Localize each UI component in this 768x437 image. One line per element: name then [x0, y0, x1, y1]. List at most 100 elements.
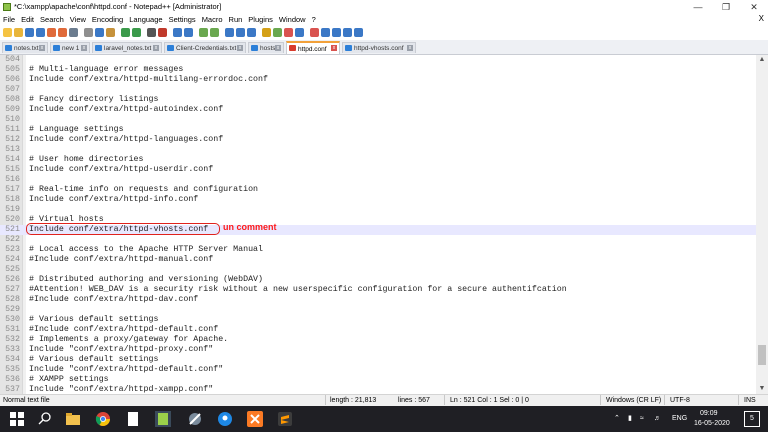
code-line[interactable]: 519 — [0, 205, 756, 215]
tab-close-icon[interactable]: x — [153, 45, 159, 51]
line-text[interactable]: # Implements a proxy/gateway for Apache. — [29, 335, 228, 345]
paste-icon[interactable] — [106, 28, 115, 37]
code-line[interactable]: 536 # XAMPP settings — [0, 375, 756, 385]
line-text[interactable]: #Include conf/extra/httpd-default.conf — [29, 325, 218, 335]
xampp-icon[interactable] — [246, 410, 264, 428]
new-file-icon[interactable] — [3, 28, 12, 37]
line-text[interactable]: #Include conf/extra/httpd-dav.conf — [29, 295, 198, 305]
menu-plugins[interactable]: Plugins — [245, 14, 276, 24]
document-map-icon[interactable] — [273, 28, 282, 37]
tab-new-1[interactable]: new 1x — [50, 42, 90, 53]
code-line[interactable]: 516 — [0, 175, 756, 185]
line-text[interactable]: Include conf/extra/httpd-info.conf — [29, 195, 198, 205]
line-text[interactable]: # Language settings — [29, 125, 124, 135]
replace-icon[interactable] — [158, 28, 167, 37]
line-text[interactable]: Include conf/extra/httpd-autoindex.conf — [29, 105, 223, 115]
code-line[interactable]: 508 # Fancy directory listings — [0, 95, 756, 105]
tab-httpd-conf[interactable]: httpd.conf x — [286, 41, 340, 54]
menu-file[interactable]: File — [0, 14, 18, 24]
cut-icon[interactable] — [84, 28, 93, 37]
close-all-icon[interactable] — [58, 28, 67, 37]
tab-laravel-notes[interactable]: laravel_notes.txt x — [92, 42, 162, 53]
tool-app-icon[interactable] — [186, 410, 204, 428]
save-macro-icon[interactable] — [354, 28, 363, 37]
code-line[interactable]: 531 #Include conf/extra/httpd-default.con… — [0, 325, 756, 335]
undo-icon[interactable] — [121, 28, 130, 37]
sync-vertical-icon[interactable] — [199, 28, 208, 37]
menu-window[interactable]: Window — [276, 14, 309, 24]
tab-notes[interactable]: notes.txt x — [2, 42, 48, 53]
menu-encoding[interactable]: Encoding — [89, 14, 126, 24]
minimize-button[interactable]: — — [684, 0, 712, 14]
folder-workspace-icon[interactable] — [295, 28, 304, 37]
windows-start-icon[interactable] — [8, 410, 26, 428]
code-line[interactable]: 517 # Real-time info on requests and conf… — [0, 185, 756, 195]
code-line[interactable]: 528 #Include conf/extra/httpd-dav.conf — [0, 295, 756, 305]
search-icon[interactable] — [36, 410, 54, 428]
line-text[interactable]: # Multi-language error messages — [29, 65, 183, 75]
scroll-up-icon[interactable]: ▲ — [756, 55, 768, 65]
notepadpp-taskbar-icon[interactable] — [154, 410, 172, 428]
code-line[interactable]: 526 # Distributed authoring and versionin… — [0, 275, 756, 285]
menu-view[interactable]: View — [67, 14, 89, 24]
code-line[interactable]: 534 # Various default settings — [0, 355, 756, 365]
line-text[interactable]: Include "conf/extra/httpd-xampp.conf" — [29, 385, 213, 394]
code-line[interactable]: 523 # Local access to the Apache HTTP Ser… — [0, 245, 756, 255]
function-list-icon[interactable] — [284, 28, 293, 37]
line-text[interactable]: # XAMPP settings — [29, 375, 109, 385]
line-text[interactable]: # Distributed authoring and versioning (… — [29, 275, 263, 285]
close-document-button[interactable]: X — [759, 14, 764, 23]
document-icon[interactable] — [124, 410, 142, 428]
user-language-icon[interactable] — [262, 28, 271, 37]
find-icon[interactable] — [147, 28, 156, 37]
line-text[interactable]: # Local access to the Apache HTTP Server… — [29, 245, 263, 255]
tab-close-icon[interactable]: x — [275, 45, 281, 51]
line-text[interactable]: #Attention! WEB_DAV is a security risk w… — [29, 285, 567, 295]
line-text[interactable]: Include "conf/extra/httpd-default.conf" — [29, 365, 223, 375]
file-explorer-icon[interactable] — [64, 410, 82, 428]
clock-date[interactable]: 16-05-2020 — [694, 411, 730, 437]
line-text[interactable]: Include conf/extra/httpd-multilang-error… — [29, 75, 268, 85]
code-line[interactable]: 532 # Implements a proxy/gateway for Apac… — [0, 335, 756, 345]
zoom-in-icon[interactable] — [173, 28, 182, 37]
play-macro-icon[interactable] — [332, 28, 341, 37]
tab-client-credentials[interactable]: Client-Credentials.txt x — [164, 42, 246, 53]
tab-close-icon[interactable]: x — [81, 45, 87, 51]
tab-hosts[interactable]: hosts x — [248, 42, 284, 53]
save-all-icon[interactable] — [36, 28, 45, 37]
code-line[interactable]: 512 Include conf/extra/httpd-languages.co… — [0, 135, 756, 145]
code-line[interactable]: 507 — [0, 85, 756, 95]
code-line[interactable]: 510 — [0, 115, 756, 125]
code-line[interactable]: 504 — [0, 55, 756, 65]
line-text[interactable]: Include "conf/extra/httpd-proxy.conf" — [29, 345, 213, 355]
code-line[interactable]: 525 — [0, 265, 756, 275]
maximize-button[interactable]: ❐ — [712, 0, 740, 14]
scroll-down-icon[interactable]: ▼ — [756, 384, 768, 394]
line-text[interactable]: # Fancy directory listings — [29, 95, 158, 105]
code-line[interactable]: 527 #Attention! WEB_DAV is a security ris… — [0, 285, 756, 295]
scrollbar-thumb[interactable] — [758, 345, 766, 365]
zoom-out-icon[interactable] — [184, 28, 193, 37]
code-line[interactable]: 529 — [0, 305, 756, 315]
open-file-icon[interactable] — [14, 28, 23, 37]
line-text[interactable]: #Include conf/extra/httpd-manual.conf — [29, 255, 213, 265]
notepadpp-app-icon[interactable] — [3, 3, 11, 11]
copy-icon[interactable] — [95, 28, 104, 37]
line-text[interactable]: # Various default settings — [29, 315, 158, 325]
code-line[interactable]: 514 # User home directories — [0, 155, 756, 165]
code-line[interactable]: 522 — [0, 235, 756, 245]
redo-icon[interactable] — [132, 28, 141, 37]
code-line[interactable]: 524 #Include conf/extra/httpd-manual.conf — [0, 255, 756, 265]
run-macro-multiple-icon[interactable] — [343, 28, 352, 37]
line-text[interactable]: # Real-time info on requests and configu… — [29, 185, 258, 195]
code-line[interactable]: 530 # Various default settings — [0, 315, 756, 325]
word-wrap-icon[interactable] — [225, 28, 234, 37]
notification-center-icon[interactable]: 5 — [744, 411, 760, 427]
menu-search[interactable]: Search — [37, 14, 67, 24]
code-line[interactable]: 515 Include conf/extra/httpd-userdir.conf — [0, 165, 756, 175]
line-text[interactable]: # User home directories — [29, 155, 144, 165]
code-line[interactable]: 533 Include "conf/extra/httpd-proxy.conf" — [0, 345, 756, 355]
tray-chevron-icon[interactable]: ⌃ — [614, 406, 620, 432]
tab-close-icon[interactable]: x — [331, 45, 337, 51]
wifi-icon[interactable]: ≈ — [640, 406, 644, 432]
